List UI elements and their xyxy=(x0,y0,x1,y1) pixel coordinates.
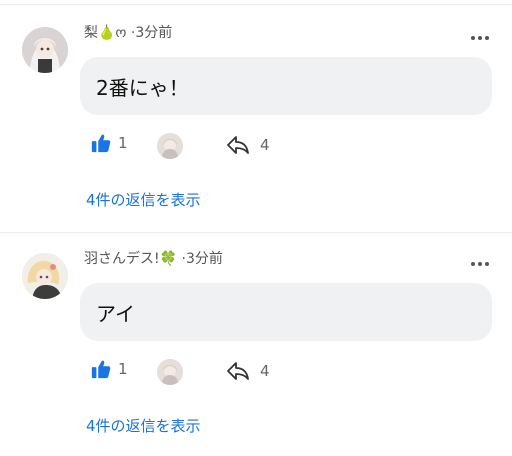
view-replies-link[interactable]: 4件の返信を表示 xyxy=(86,416,201,436)
reply-arrow-icon xyxy=(227,136,249,154)
thumbs-up-icon xyxy=(91,134,111,153)
comment-text: アイ xyxy=(96,301,135,326)
comment-bubble: 2番にゃ！ xyxy=(80,57,492,115)
comment-bubble: アイ xyxy=(80,283,492,341)
reply-arrow-icon xyxy=(227,362,249,380)
share-count: 4 xyxy=(260,136,270,154)
author-name[interactable]: 梨🍐ო xyxy=(84,25,126,41)
thumbs-up-icon xyxy=(91,360,111,379)
reaction-avatar[interactable] xyxy=(157,133,183,159)
view-replies-link[interactable]: 4件の返信を表示 xyxy=(86,190,201,210)
author-name[interactable]: 羽さんデス!🍀 xyxy=(84,251,177,267)
more-horizontal-icon[interactable] xyxy=(470,28,490,40)
comment-meta: 羽さんデス!🍀 ·3分前 xyxy=(84,249,223,269)
divider xyxy=(0,4,512,5)
divider xyxy=(0,232,512,233)
share-count: 4 xyxy=(260,362,270,380)
like-count: 1 xyxy=(118,360,128,378)
timestamp: 3分前 xyxy=(185,251,223,267)
comment-meta: 梨🍐ო ·3分前 xyxy=(84,23,172,43)
share-button[interactable]: 4 xyxy=(226,360,270,382)
avatar[interactable] xyxy=(22,27,68,73)
avatar[interactable] xyxy=(22,253,68,299)
more-horizontal-icon[interactable] xyxy=(470,254,490,266)
timestamp: 3分前 xyxy=(135,25,173,41)
comment-text: 2番にゃ！ xyxy=(96,75,189,100)
like-button[interactable]: 1 xyxy=(90,132,128,154)
like-count: 1 xyxy=(118,134,128,152)
share-button[interactable]: 4 xyxy=(226,134,270,156)
reaction-avatar[interactable] xyxy=(157,359,183,385)
like-button[interactable]: 1 xyxy=(90,358,128,380)
